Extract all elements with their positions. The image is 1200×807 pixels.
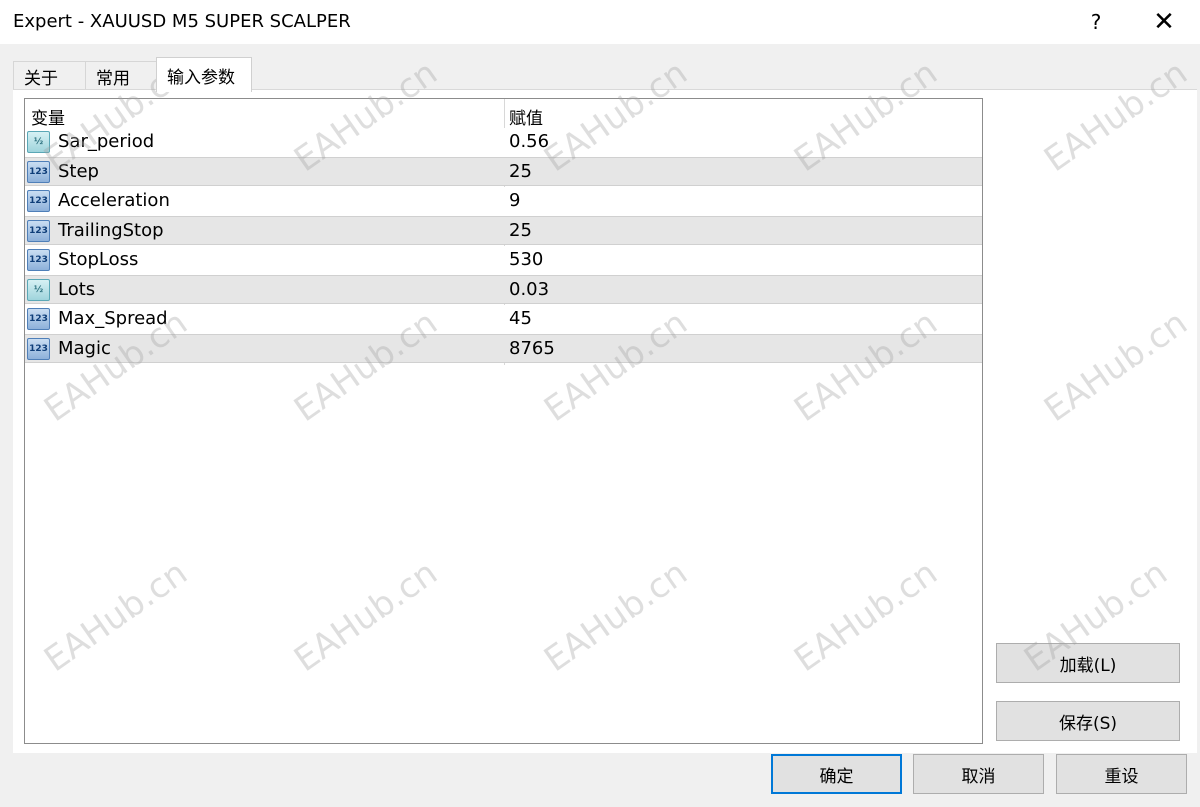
ok-button[interactable]: 确定 [771,754,902,794]
table-row[interactable]: 123 Magic 8765 [25,334,982,363]
save-button[interactable]: 保存(S) [996,701,1180,741]
parameter-value[interactable]: 25 [509,161,532,182]
parameter-value[interactable]: 530 [509,249,543,270]
parameter-value[interactable]: 25 [509,220,532,241]
table-row[interactable]: 123 Step 25 [25,157,982,186]
window-title: Expert - XAUUSD M5 SUPER SCALPER [13,11,351,32]
title-bar: Expert - XAUUSD M5 SUPER SCALPER ? ✕ [0,0,1200,44]
parameter-name: Step [58,161,99,182]
parameter-name: Lots [58,279,96,300]
parameter-value[interactable]: 8765 [509,338,555,359]
help-button[interactable]: ? [1068,0,1124,44]
table-row[interactable]: 123 Max_Spread 45 [25,305,982,334]
double-type-icon: ½ [27,279,50,301]
table-row[interactable]: 123 TrailingStop 25 [25,216,982,245]
parameter-value[interactable]: 45 [509,308,532,329]
parameter-value[interactable]: 0.03 [509,279,549,300]
parameter-value[interactable]: 0.56 [509,131,549,152]
tab-inputs[interactable]: 输入参数 [156,57,252,92]
integer-type-icon: 123 [27,161,50,183]
column-header-value[interactable]: 赋值 [509,104,543,129]
tab-about[interactable]: 关于 [13,61,86,91]
parameter-name: Acceleration [58,190,170,211]
integer-type-icon: 123 [27,338,50,360]
table-row[interactable]: 123 StopLoss 530 [25,246,982,275]
integer-type-icon: 123 [27,190,50,212]
table-row[interactable]: 123 Acceleration 9 [25,187,982,216]
integer-type-icon: 123 [27,308,50,330]
table-row[interactable]: ½ Sar_period 0.56 [25,128,982,157]
parameter-value[interactable]: 9 [509,190,520,211]
double-type-icon: ½ [27,131,50,153]
integer-type-icon: 123 [27,249,50,271]
parameter-name: StopLoss [58,249,139,270]
table-row[interactable]: ½ Lots 0.03 [25,275,982,304]
tab-common[interactable]: 常用 [85,61,157,91]
parameter-name: Magic [58,338,111,359]
cancel-button[interactable]: 取消 [913,754,1044,794]
parameter-name: Sar_period [58,131,155,152]
load-button[interactable]: 加载(L) [996,643,1180,683]
reset-button[interactable]: 重设 [1056,754,1187,794]
column-header-variable[interactable]: 变量 [31,104,65,129]
integer-type-icon: 123 [27,220,50,242]
parameters-table: 变量 赋值 ½ Sar_period 0.56 123 Step 25 123 … [24,98,983,744]
close-button[interactable]: ✕ [1136,0,1192,44]
parameter-name: Max_Spread [58,308,168,329]
parameter-name: TrailingStop [58,220,164,241]
